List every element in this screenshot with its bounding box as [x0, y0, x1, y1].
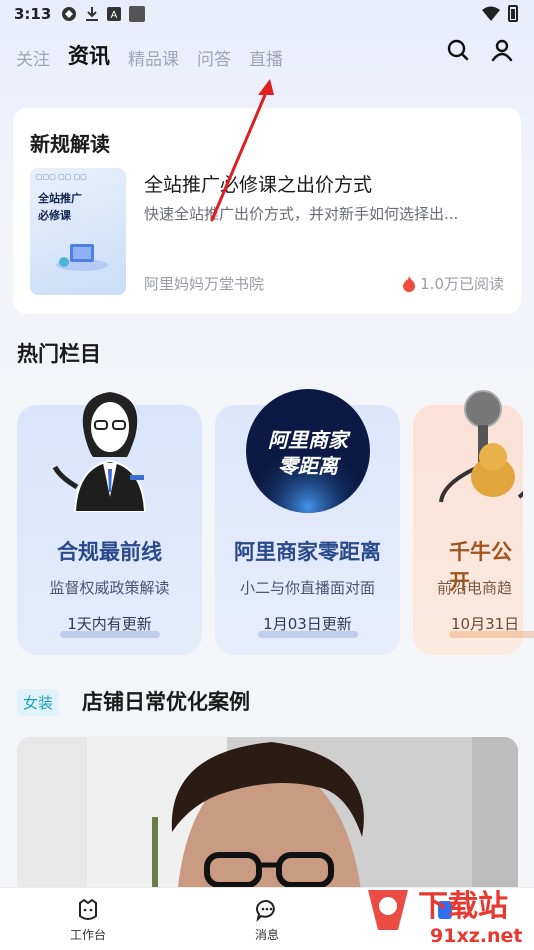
tab-premium-courses[interactable]: 精品课	[128, 45, 179, 70]
news-card[interactable]: 新规解读 ▢▢▢ ▢▢ ▢▢ 全站推广 必修课 全站推广必修课之出价方式 快速全…	[13, 108, 521, 314]
presenter-illustration	[52, 392, 146, 512]
status-time: 3:13	[14, 5, 52, 23]
nav-icons	[446, 38, 514, 62]
column-subtitle: 前沿电商趋	[437, 579, 513, 597]
case-video-thumbnail[interactable]	[17, 737, 518, 897]
news-source: 阿里妈妈万堂书院	[144, 275, 265, 293]
search-icon[interactable]	[446, 38, 470, 62]
status-bar: 3:13 A	[0, 0, 534, 28]
news-title[interactable]: 全站推广必修课之出价方式	[144, 170, 372, 197]
tab-workbench[interactable]: 工作台	[48, 898, 128, 943]
app-a-icon: A	[107, 7, 122, 21]
thumbnail-text-line2: 必修课	[38, 209, 71, 222]
column-name: 阿里商家零距离	[234, 540, 381, 564]
column-updated: 1月03日更新	[263, 615, 352, 633]
status-right	[482, 5, 518, 22]
column-card-compliance[interactable]: 合规最前线 监督权威政策解读 1天内有更新	[17, 392, 202, 655]
workbench-icon	[79, 899, 97, 920]
hot-columns-title: 热门栏目	[17, 342, 101, 366]
app-notification-icon	[62, 7, 77, 21]
news-section-title: 新规解读	[30, 132, 110, 156]
tab-news[interactable]: 资讯	[68, 40, 110, 70]
battery-icon	[508, 5, 518, 22]
svg-text:A: A	[111, 10, 118, 21]
person-photo	[17, 737, 518, 897]
thumbnail-tag-dots: ▢▢▢ ▢▢ ▢▢	[36, 173, 87, 181]
wifi-icon	[482, 6, 500, 21]
thumbnail-text: 全站推广 必修课	[38, 190, 82, 224]
column-updated: 10月31日	[451, 615, 520, 633]
column-subtitle: 监督权威政策解读	[49, 579, 170, 597]
download-icon	[86, 7, 99, 21]
microphone-mascot-illustration	[439, 390, 523, 503]
top-nav-tabs: 关注 资讯 精品课 问答 直播	[16, 36, 283, 70]
tab-workbench-label: 工作台	[69, 928, 106, 942]
news-description: 快速全站推广出价方式，并对新手如何选择出...	[144, 205, 459, 223]
column-card-qianniu[interactable]: 千牛公开 前沿电商趋 10月31日	[413, 390, 534, 655]
column-subtitle: 小二与你直播面对面	[239, 579, 375, 597]
platform-illustration	[56, 244, 108, 271]
column-name: 合规最前线	[57, 540, 162, 564]
tab-qa[interactable]: 问答	[197, 45, 231, 70]
message-icon	[256, 899, 275, 922]
tab-live[interactable]: 直播	[249, 45, 283, 70]
square-icon	[129, 6, 146, 22]
case-section-title: 店铺日常优化案例	[82, 690, 250, 714]
ali-merchant-logo: 阿里商家 零距离	[245, 389, 370, 513]
watermark-logo: 下载站 91xz.net	[358, 880, 534, 950]
tab-follow[interactable]: 关注	[16, 45, 50, 70]
news-read-count: 1.0万已阅读	[402, 273, 504, 294]
watermark-text-line2: 91xz.net	[430, 925, 522, 947]
logo-text-line2: 零距离	[278, 454, 341, 478]
watermark-text-line1: 下载站	[418, 889, 508, 924]
column-updated: 1天内有更新	[67, 615, 152, 633]
user-icon[interactable]	[490, 38, 514, 62]
fire-icon	[403, 275, 416, 292]
case-category-tag[interactable]: 女装	[17, 689, 60, 716]
tab-messages[interactable]: 消息	[227, 898, 307, 943]
read-count-text: 1.0万已阅读	[420, 275, 504, 293]
thumbnail-text-line1: 全站推广	[38, 192, 82, 205]
news-thumbnail[interactable]: ▢▢▢ ▢▢ ▢▢ 全站推广 必修课	[30, 168, 126, 295]
logo-text-line1: 阿里商家	[268, 428, 351, 452]
tab-messages-label: 消息	[254, 928, 279, 942]
column-card-ali-merchant[interactable]: 阿里商家 零距离 阿里商家零距离 小二与你直播面对面 1月03日更新	[215, 389, 400, 655]
